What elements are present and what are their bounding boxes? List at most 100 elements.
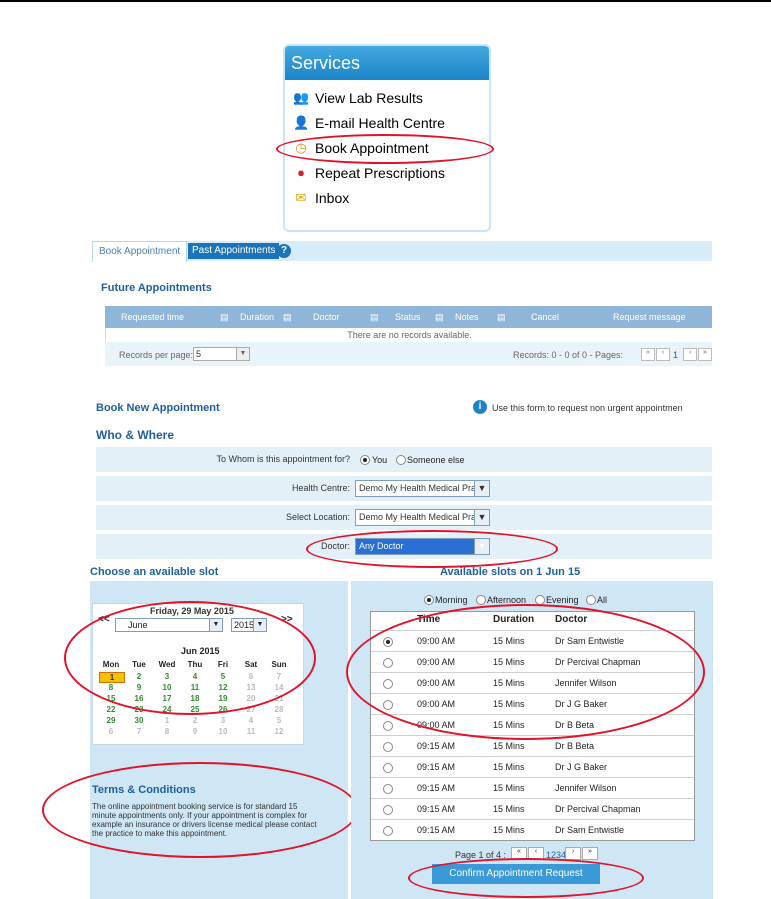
slot-radio[interactable]: [383, 637, 393, 647]
filter-morning-radio[interactable]: [424, 595, 434, 605]
slot-radio[interactable]: [383, 826, 393, 836]
calendar-day[interactable]: 10: [155, 683, 179, 692]
slot-doctor: Dr Sam Entwistle: [555, 636, 625, 646]
filter-all-label: All: [597, 595, 608, 605]
page-number[interactable]: 1: [673, 350, 678, 360]
slot-radio[interactable]: [383, 700, 393, 710]
prev-page-icon[interactable]: ‹: [528, 847, 544, 860]
calendar-day[interactable]: 3: [155, 672, 179, 681]
help-icon[interactable]: ?: [277, 244, 291, 258]
slot-row[interactable]: 09:00 AM 15 Mins Dr J G Baker: [371, 693, 694, 715]
services-title: Services: [285, 46, 489, 80]
calendar-day[interactable]: 25: [183, 705, 207, 714]
filter-icon[interactable]: ▤: [497, 312, 506, 323]
next-month-button[interactable]: >>: [281, 614, 293, 625]
prev-page-icon[interactable]: ‹: [656, 348, 670, 361]
col-duration[interactable]: Duration: [240, 312, 274, 322]
slot-radio[interactable]: [383, 805, 393, 815]
chevron-down-icon[interactable]: ▼: [474, 539, 489, 554]
slot-row[interactable]: 09:15 AM 15 Mins Dr Percival Chapman: [371, 798, 694, 820]
doctor-select[interactable]: Any Doctor ▼: [355, 538, 490, 555]
calendar-day[interactable]: 17: [155, 694, 179, 703]
next-page-icon[interactable]: ›: [683, 348, 697, 361]
last-page-icon[interactable]: »: [698, 348, 712, 361]
centre-row: Health Centre: Demo My Health Medical Pr…: [96, 474, 712, 501]
calendar-day[interactable]: 9: [127, 683, 151, 692]
tab-book-appointment[interactable]: Book Appointment: [92, 241, 188, 262]
slot-radio[interactable]: [383, 742, 393, 752]
col-notes[interactable]: Notes: [455, 312, 479, 322]
chevron-down-icon[interactable]: ▼: [474, 481, 489, 496]
last-page-icon[interactable]: »: [582, 847, 598, 860]
prev-month-button[interactable]: <<: [98, 614, 110, 625]
whom-you-radio[interactable]: [360, 455, 370, 465]
calendar-day[interactable]: 12: [211, 683, 235, 692]
health-centre-select[interactable]: Demo My Health Medical Prac ▼: [355, 480, 490, 497]
slot-row[interactable]: 09:00 AM 15 Mins Dr B Beta: [371, 714, 694, 736]
calendar-day[interactable]: 18: [183, 694, 207, 703]
slot-duration: 15 Mins: [493, 762, 525, 772]
filter-evening-radio[interactable]: [535, 595, 545, 605]
next-page-icon[interactable]: ›: [565, 847, 581, 860]
slot-row[interactable]: 09:15 AM 15 Mins Jennifer Wilson: [371, 777, 694, 799]
calendar-day[interactable]: 19: [211, 694, 235, 703]
view-lab-results-link[interactable]: 👥 View Lab Results: [293, 90, 423, 106]
month-select[interactable]: June ▼: [115, 618, 223, 632]
tab-past-appointments[interactable]: Past Appointments: [188, 243, 280, 259]
first-page-icon[interactable]: «: [511, 847, 527, 860]
slot-radio[interactable]: [383, 763, 393, 773]
records-per-page-input[interactable]: 5: [193, 347, 237, 361]
calendar-day[interactable]: 23: [127, 705, 151, 714]
calendar-day[interactable]: 8: [99, 683, 123, 692]
slot-radio[interactable]: [383, 658, 393, 668]
slot-row[interactable]: 09:15 AM 15 Mins Dr Sam Entwistle: [371, 819, 694, 841]
calendar-day[interactable]: 11: [183, 683, 207, 692]
slot-row[interactable]: 09:15 AM 15 Mins Dr J G Baker: [371, 756, 694, 778]
calendar-day[interactable]: 16: [127, 694, 151, 703]
slot-row[interactable]: 09:00 AM 15 Mins Dr Percival Chapman: [371, 651, 694, 673]
filter-icon[interactable]: ▤: [220, 312, 229, 323]
year-select[interactable]: 2015 ▼: [231, 618, 267, 632]
chevron-down-icon[interactable]: ▼: [253, 619, 266, 631]
first-page-icon[interactable]: «: [641, 348, 655, 361]
col-cancel[interactable]: Cancel: [531, 312, 559, 322]
col-doctor[interactable]: Doctor: [313, 312, 340, 322]
filter-icon[interactable]: ▤: [283, 312, 292, 323]
filter-icon[interactable]: ▤: [370, 312, 379, 323]
slot-radio[interactable]: [383, 784, 393, 794]
calendar-day[interactable]: 5: [211, 672, 235, 681]
calendar-day[interactable]: 1: [99, 672, 125, 683]
calendar-day[interactable]: 24: [155, 705, 179, 714]
slots-pages[interactable]: 1234: [546, 850, 566, 860]
calendar-day[interactable]: 4: [183, 672, 207, 681]
whom-else-radio[interactable]: [396, 455, 406, 465]
health-centre-value: Demo My Health Medical Prac: [359, 483, 481, 493]
slot-radio[interactable]: [383, 679, 393, 689]
slot-row[interactable]: 09:00 AM 15 Mins Dr Sam Entwistle: [371, 630, 694, 652]
slot-row[interactable]: 09:00 AM 15 Mins Jennifer Wilson: [371, 672, 694, 694]
calendar-day[interactable]: 15: [99, 694, 123, 703]
col-status[interactable]: Status: [395, 312, 421, 322]
inbox-link[interactable]: ✉ Inbox: [293, 190, 350, 206]
calendar-day[interactable]: 26: [211, 705, 235, 714]
repeat-prescriptions-link[interactable]: ● Repeat Prescriptions: [293, 165, 445, 181]
filter-afternoon-radio[interactable]: [476, 595, 486, 605]
filter-all-radio[interactable]: [586, 595, 596, 605]
calendar-day[interactable]: 22: [99, 705, 123, 714]
chevron-down-icon[interactable]: ▼: [209, 619, 222, 631]
slot-row[interactable]: 09:15 AM 15 Mins Dr B Beta: [371, 735, 694, 757]
location-select[interactable]: Demo My Health Medical Prac ▼: [355, 509, 490, 526]
confirm-appointment-button[interactable]: Confirm Appointment Request: [432, 864, 600, 884]
calendar-day[interactable]: 29: [99, 716, 123, 725]
calendar-day[interactable]: 30: [127, 716, 151, 725]
chevron-down-icon[interactable]: ▼: [474, 510, 489, 525]
col-requested-time[interactable]: Requested time: [121, 312, 184, 322]
book-appointment-link[interactable]: ◷ Book Appointment: [293, 140, 428, 156]
calendar-day[interactable]: 2: [127, 672, 151, 681]
email-health-centre-link[interactable]: 👤 E-mail Health Centre: [293, 115, 445, 131]
dropdown-icon[interactable]: ▼: [236, 347, 250, 361]
who-where-title: Who & Where: [96, 428, 174, 442]
filter-icon[interactable]: ▤: [435, 312, 444, 323]
slot-radio[interactable]: [383, 721, 393, 731]
col-request-message[interactable]: Request message: [613, 312, 686, 322]
